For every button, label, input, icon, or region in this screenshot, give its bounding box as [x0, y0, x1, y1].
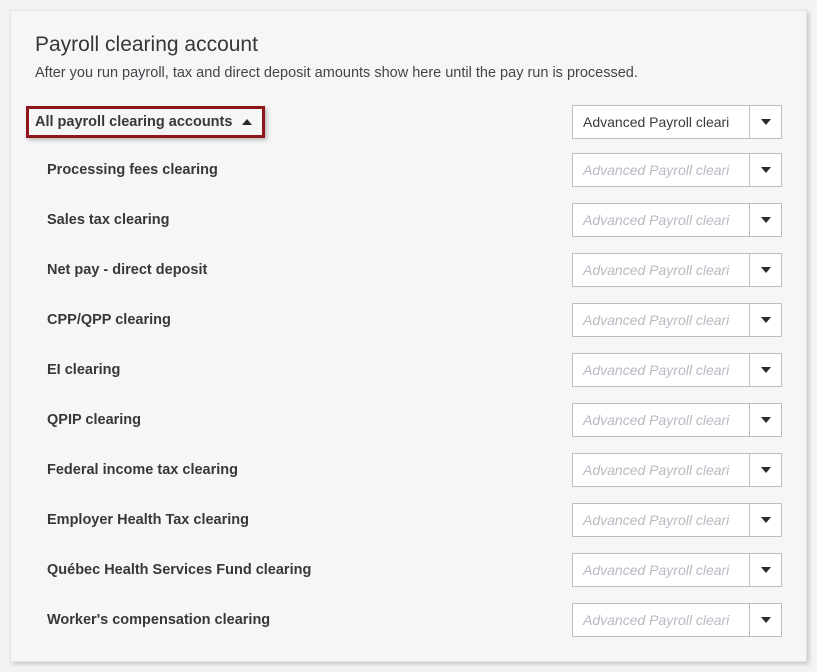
clearing-row: QPIP clearing Advanced Payroll cleari	[35, 403, 782, 437]
dropdown-value: Advanced Payroll cleari	[573, 204, 749, 236]
dropdown-toggle-button[interactable]	[749, 304, 781, 336]
row-label: EI clearing	[35, 361, 120, 380]
workers-comp-dropdown[interactable]: Advanced Payroll cleari	[572, 603, 782, 637]
clearing-rows: Processing fees clearing Advanced Payrol…	[35, 153, 782, 637]
dropdown-value: Advanced Payroll cleari	[573, 106, 749, 138]
chevron-down-icon	[761, 317, 771, 323]
all-payroll-clearing-toggle[interactable]: All payroll clearing accounts	[26, 106, 265, 138]
cpp-qpp-dropdown[interactable]: Advanced Payroll cleari	[572, 303, 782, 337]
row-label: Federal income tax clearing	[35, 461, 238, 480]
chevron-down-icon	[761, 267, 771, 273]
dropdown-value: Advanced Payroll cleari	[573, 404, 749, 436]
dropdown-value: Advanced Payroll cleari	[573, 604, 749, 636]
chevron-down-icon	[761, 367, 771, 373]
chevron-down-icon	[761, 567, 771, 573]
dropdown-toggle-button[interactable]	[749, 404, 781, 436]
row-label: Worker's compensation clearing	[35, 611, 270, 630]
panel-description: After you run payroll, tax and direct de…	[35, 65, 782, 81]
dropdown-toggle-button[interactable]	[749, 204, 781, 236]
payroll-clearing-panel: Payroll clearing account After you run p…	[10, 10, 807, 662]
clearing-row: Employer Health Tax clearing Advanced Pa…	[35, 503, 782, 537]
federal-tax-dropdown[interactable]: Advanced Payroll cleari	[572, 453, 782, 487]
dropdown-toggle-button[interactable]	[749, 154, 781, 186]
row-label: Net pay - direct deposit	[35, 261, 207, 280]
dropdown-value: Advanced Payroll cleari	[573, 254, 749, 286]
panel-title: Payroll clearing account	[35, 33, 782, 57]
row-label: Sales tax clearing	[35, 211, 170, 230]
toggle-row: All payroll clearing accounts Advanced P…	[35, 105, 782, 139]
processing-fees-dropdown[interactable]: Advanced Payroll cleari	[572, 153, 782, 187]
row-label: QPIP clearing	[35, 411, 141, 430]
dropdown-toggle-button[interactable]	[749, 106, 781, 138]
row-label: Employer Health Tax clearing	[35, 511, 249, 530]
dropdown-toggle-button[interactable]	[749, 454, 781, 486]
qpip-dropdown[interactable]: Advanced Payroll cleari	[572, 403, 782, 437]
clearing-row: Federal income tax clearing Advanced Pay…	[35, 453, 782, 487]
clearing-row: Sales tax clearing Advanced Payroll clea…	[35, 203, 782, 237]
net-pay-dropdown[interactable]: Advanced Payroll cleari	[572, 253, 782, 287]
all-accounts-dropdown[interactable]: Advanced Payroll cleari	[572, 105, 782, 139]
sales-tax-dropdown[interactable]: Advanced Payroll cleari	[572, 203, 782, 237]
dropdown-toggle-button[interactable]	[749, 254, 781, 286]
ei-dropdown[interactable]: Advanced Payroll cleari	[572, 353, 782, 387]
dropdown-value: Advanced Payroll cleari	[573, 154, 749, 186]
dropdown-toggle-button[interactable]	[749, 554, 781, 586]
chevron-down-icon	[761, 119, 771, 125]
dropdown-toggle-button[interactable]	[749, 504, 781, 536]
dropdown-value: Advanced Payroll cleari	[573, 554, 749, 586]
dropdown-value: Advanced Payroll cleari	[573, 304, 749, 336]
clearing-row: CPP/QPP clearing Advanced Payroll cleari	[35, 303, 782, 337]
quebec-health-dropdown[interactable]: Advanced Payroll cleari	[572, 553, 782, 587]
chevron-down-icon	[761, 517, 771, 523]
clearing-row: Québec Health Services Fund clearing Adv…	[35, 553, 782, 587]
row-label: Processing fees clearing	[35, 161, 218, 180]
row-label: CPP/QPP clearing	[35, 311, 171, 330]
clearing-row: EI clearing Advanced Payroll cleari	[35, 353, 782, 387]
row-label: Québec Health Services Fund clearing	[35, 561, 311, 580]
dropdown-toggle-button[interactable]	[749, 354, 781, 386]
dropdown-value: Advanced Payroll cleari	[573, 454, 749, 486]
chevron-up-icon	[242, 119, 252, 125]
chevron-down-icon	[761, 167, 771, 173]
dropdown-value: Advanced Payroll cleari	[573, 354, 749, 386]
chevron-down-icon	[761, 617, 771, 623]
clearing-row: Net pay - direct deposit Advanced Payrol…	[35, 253, 782, 287]
clearing-row: Worker's compensation clearing Advanced …	[35, 603, 782, 637]
dropdown-toggle-button[interactable]	[749, 604, 781, 636]
chevron-down-icon	[761, 217, 771, 223]
toggle-label: All payroll clearing accounts	[35, 114, 232, 130]
clearing-row: Processing fees clearing Advanced Payrol…	[35, 153, 782, 187]
employer-health-dropdown[interactable]: Advanced Payroll cleari	[572, 503, 782, 537]
chevron-down-icon	[761, 417, 771, 423]
chevron-down-icon	[761, 467, 771, 473]
dropdown-value: Advanced Payroll cleari	[573, 504, 749, 536]
